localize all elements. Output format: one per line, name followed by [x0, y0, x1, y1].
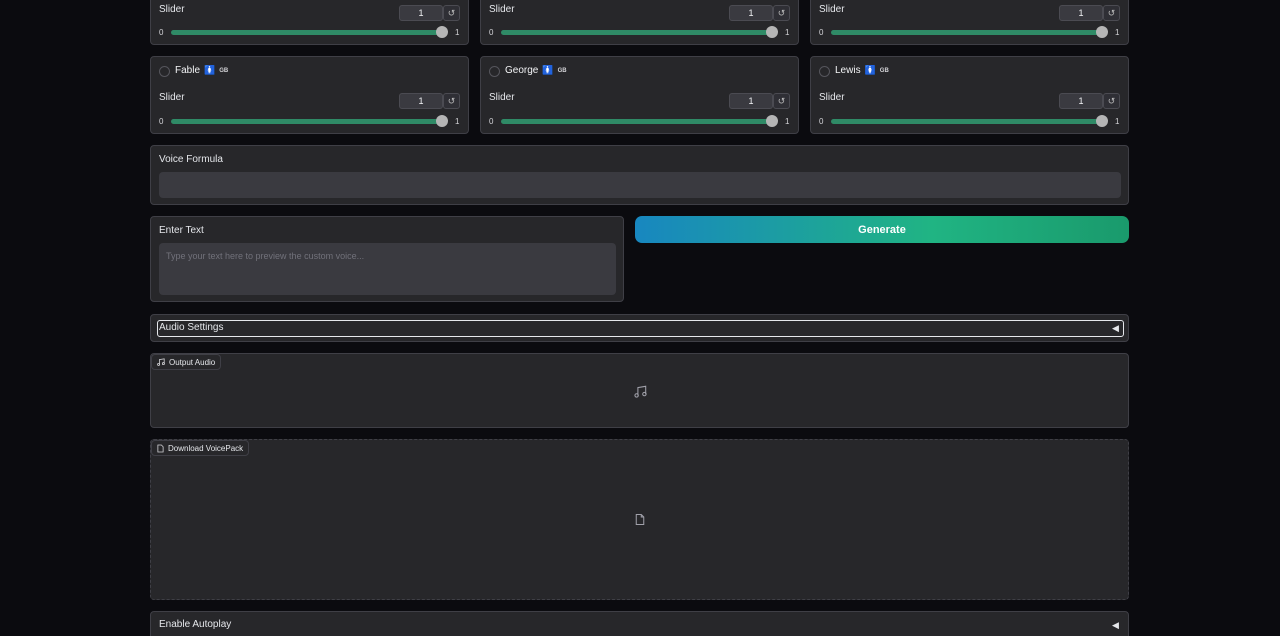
slider-label: Slider — [819, 92, 845, 103]
audio-settings-label: Audio Settings — [159, 322, 224, 333]
voice-card-lewis: Lewis 🚺 GB Slider 1 ↺ 0 1 — [810, 56, 1129, 134]
enable-autoplay-accordion[interactable]: Enable Autoplay ◀ — [150, 611, 1129, 636]
slider-min: 0 — [819, 117, 824, 126]
voice-name: George 🚺 GB — [505, 65, 567, 76]
slider-track[interactable] — [171, 119, 443, 124]
slider-value-input[interactable]: 1 — [399, 5, 443, 21]
app-root: Slider 1 ↺ 0 1 Slider 1 ↺ 0 1 Slider 1 ↺… — [0, 0, 1280, 636]
generate-button[interactable]: Generate — [635, 216, 1129, 243]
slider-min: 0 — [159, 28, 164, 37]
voice-select-radio[interactable] — [159, 66, 170, 77]
audio-settings-accordion[interactable]: Audio Settings ◀ — [150, 314, 1129, 342]
slider-value-input[interactable]: 1 — [729, 5, 773, 21]
slider-label: Slider — [159, 4, 185, 15]
output-audio-tag: Output Audio — [151, 354, 222, 370]
reset-icon[interactable]: ↺ — [773, 5, 790, 21]
slider-thumb[interactable] — [436, 115, 448, 127]
slider-thumb[interactable] — [1096, 115, 1108, 127]
enable-autoplay-label: Enable Autoplay — [159, 619, 232, 630]
slider-label: Slider — [159, 92, 185, 103]
slider-min: 0 — [489, 28, 494, 37]
female-voice-icon: 🚺 — [204, 65, 216, 75]
voice-card-george: George 🚺 GB Slider 1 ↺ 0 1 — [480, 56, 799, 134]
slider-max: 1 — [1115, 28, 1120, 37]
slider-thumb[interactable] — [436, 26, 448, 38]
voice-name: Fable 🚺 GB — [175, 65, 228, 76]
download-voicepack-dropzone[interactable]: Download VoicePack — [150, 439, 1129, 600]
slider-thumb[interactable] — [1096, 26, 1108, 38]
slider-max: 1 — [455, 117, 460, 126]
collapse-arrow-icon[interactable]: ◀ — [1112, 323, 1119, 334]
slider-value-input[interactable]: 1 — [1059, 5, 1103, 21]
output-audio-panel: Output Audio — [150, 353, 1129, 428]
voice-card-fable: Fable 🚺 GB Slider 1 ↺ 0 1 — [150, 56, 469, 134]
voice-formula-panel: Voice Formula — [150, 145, 1129, 205]
enter-text-label: Enter Text — [159, 225, 204, 236]
reset-icon[interactable]: ↺ — [443, 5, 460, 21]
voice-select-radio[interactable] — [489, 66, 500, 77]
reset-icon[interactable]: ↺ — [1103, 5, 1120, 21]
female-voice-icon: 🚺 — [542, 65, 554, 75]
slider-min: 0 — [489, 117, 494, 126]
voice-name-text: George — [505, 65, 539, 76]
music-note-icon — [634, 385, 647, 398]
voice-region: GB — [219, 67, 229, 74]
output-audio-label: Output Audio — [169, 357, 216, 367]
slider-min: 0 — [159, 117, 164, 126]
reset-icon[interactable]: ↺ — [1103, 93, 1120, 109]
file-icon — [157, 444, 164, 452]
slider-label: Slider — [819, 4, 845, 15]
download-voicepack-label: Download VoicePack — [168, 443, 244, 453]
slider-label: Slider — [489, 4, 515, 15]
voice-name-text: Lewis — [835, 65, 861, 76]
slider-label: Slider — [489, 92, 515, 103]
voice-select-radio[interactable] — [819, 66, 830, 77]
slider-thumb[interactable] — [766, 26, 778, 38]
slider-max: 1 — [455, 28, 460, 37]
voice-region: GB — [557, 67, 567, 74]
voice-card-top-1: Slider 1 ↺ 0 1 — [150, 0, 469, 45]
slider-value-input[interactable]: 1 — [399, 93, 443, 109]
voice-name: Lewis 🚺 GB — [835, 65, 889, 76]
voice-region: GB — [879, 67, 889, 74]
enter-text-panel: Enter Text Type your text here to previe… — [150, 216, 624, 302]
file-icon — [635, 514, 645, 525]
slider-value-input[interactable]: 1 — [1059, 93, 1103, 109]
reset-icon[interactable]: ↺ — [773, 93, 790, 109]
slider-max: 1 — [785, 117, 790, 126]
download-voicepack-tag: Download VoicePack — [151, 440, 250, 456]
voice-card-top-2: Slider 1 ↺ 0 1 — [480, 0, 799, 45]
voice-card-top-3: Slider 1 ↺ 0 1 — [810, 0, 1129, 45]
audio-settings-header[interactable] — [157, 320, 1124, 337]
slider-track[interactable] — [831, 30, 1103, 35]
female-voice-icon: 🚺 — [864, 65, 876, 75]
voice-name-text: Fable — [175, 65, 201, 76]
music-note-icon — [157, 358, 165, 366]
collapse-arrow-icon[interactable]: ◀ — [1112, 620, 1119, 631]
slider-thumb[interactable] — [766, 115, 778, 127]
slider-max: 1 — [785, 28, 790, 37]
slider-max: 1 — [1115, 117, 1120, 126]
reset-icon[interactable]: ↺ — [443, 93, 460, 109]
slider-track[interactable] — [501, 30, 773, 35]
slider-min: 0 — [819, 28, 824, 37]
slider-track[interactable] — [171, 30, 443, 35]
slider-value-input[interactable]: 1 — [729, 93, 773, 109]
voice-formula-label: Voice Formula — [159, 154, 223, 165]
text-input[interactable]: Type your text here to preview the custo… — [159, 243, 616, 295]
voice-formula-field[interactable] — [159, 172, 1121, 198]
slider-track[interactable] — [501, 119, 773, 124]
slider-track[interactable] — [831, 119, 1103, 124]
